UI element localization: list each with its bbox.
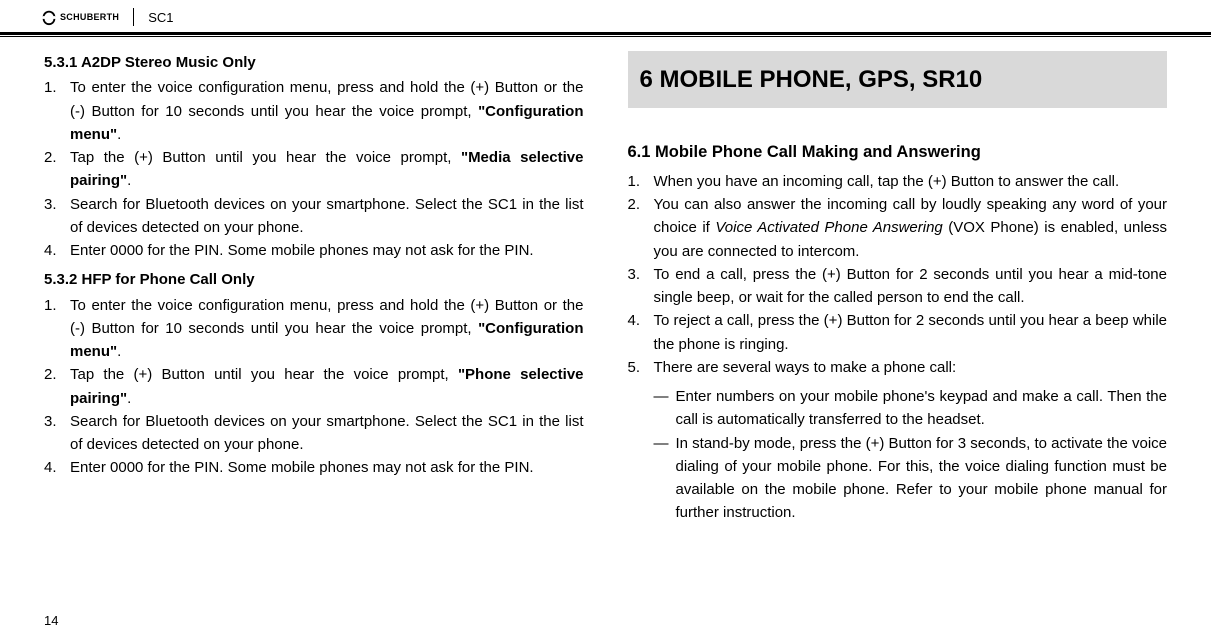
- list-item: To end a call, press the (+) Button for …: [628, 263, 1168, 310]
- heading-6-1: 6.1 Mobile Phone Call Making and Answeri…: [628, 140, 1168, 166]
- list-item: To enter the voice configuration menu, p…: [44, 294, 584, 364]
- dash-list-6-1: Enter numbers on your mobile phone's key…: [628, 385, 1168, 525]
- heading-5-3-2: 5.3.2 HFP for Phone Call Only: [44, 268, 584, 291]
- brand-logo: SCHUBERTH: [40, 8, 119, 26]
- header-divider: [133, 8, 134, 26]
- list-item: Search for Bluetooth devices on your sma…: [44, 410, 584, 457]
- list-item: When you have an incoming call, tap the …: [628, 170, 1168, 193]
- list-item: Search for Bluetooth devices on your sma…: [44, 193, 584, 240]
- list-item: To enter the voice configuration menu, p…: [44, 76, 584, 146]
- list-6-1: When you have an incoming call, tap the …: [628, 170, 1168, 379]
- dash-item: In stand-by mode, press the (+) Button f…: [654, 432, 1168, 525]
- page-number: 14: [44, 613, 58, 628]
- brand-block: SCHUBERTH SC1: [40, 8, 174, 26]
- list-5-3-1: To enter the voice configuration menu, p…: [44, 76, 584, 262]
- right-column: 6 MOBILE PHONE, GPS, SR10 6.1 Mobile Pho…: [628, 51, 1168, 525]
- page-content: 5.3.1 A2DP Stereo Music Only To enter th…: [0, 37, 1211, 525]
- list-item: Enter 0000 for the PIN. Some mobile phon…: [44, 456, 584, 479]
- list-item: There are several ways to make a phone c…: [628, 356, 1168, 379]
- list-item: To reject a call, press the (+) Button f…: [628, 309, 1168, 356]
- chapter-heading-box: 6 MOBILE PHONE, GPS, SR10: [628, 51, 1168, 108]
- list-item: Tap the (+) Button until you hear the vo…: [44, 146, 584, 193]
- model-label: SC1: [148, 10, 173, 25]
- page-header: SCHUBERTH SC1: [0, 8, 1211, 30]
- list-5-3-2: To enter the voice configuration menu, p…: [44, 294, 584, 480]
- list-item: Tap the (+) Button until you hear the vo…: [44, 363, 584, 410]
- dash-item: Enter numbers on your mobile phone's key…: [654, 385, 1168, 432]
- header-rule-thick: [0, 32, 1211, 35]
- heading-5-3-1: 5.3.1 A2DP Stereo Music Only: [44, 51, 584, 74]
- left-column: 5.3.1 A2DP Stereo Music Only To enter th…: [44, 51, 584, 525]
- chapter-title: 6 MOBILE PHONE, GPS, SR10: [640, 61, 1156, 98]
- helmet-icon: [40, 8, 58, 26]
- list-item: You can also answer the incoming call by…: [628, 193, 1168, 263]
- brand-name: SCHUBERTH: [60, 12, 119, 22]
- list-item: Enter 0000 for the PIN. Some mobile phon…: [44, 239, 584, 262]
